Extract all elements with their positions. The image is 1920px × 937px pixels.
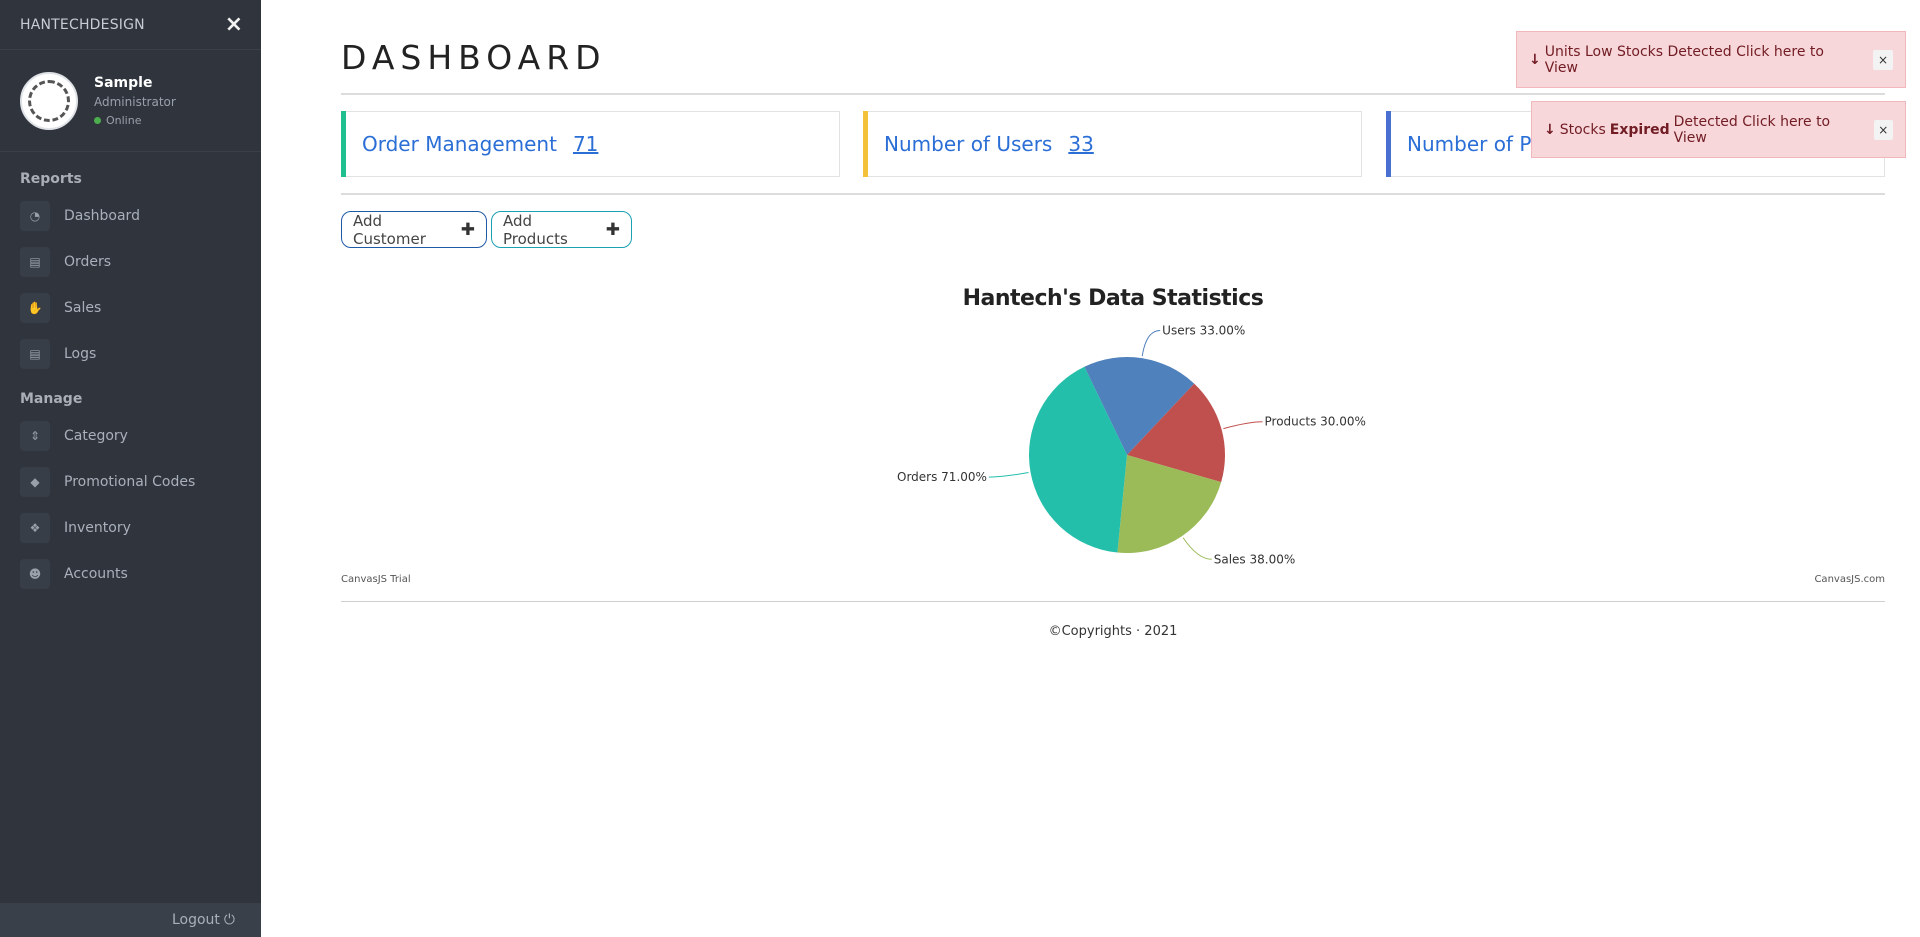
pie-chart-svg: Users 33.00% Products 30.00% Sales 38.00% O… xyxy=(897,323,1366,566)
sidebar-item-label: Inventory xyxy=(64,520,131,536)
clipboard-icon: ▤ xyxy=(20,247,50,277)
expired-stock-toast[interactable]: ↓ Stocks Expired Detected Click here to … xyxy=(1531,101,1906,158)
leader-line xyxy=(1141,329,1161,357)
leader-line xyxy=(1223,421,1263,430)
sidebar-item-promotional-codes[interactable]: ◆ Promotional Codes xyxy=(0,459,261,505)
arrow-down-icon: ↓ xyxy=(1544,121,1556,138)
sidebar-item-label: Orders xyxy=(64,254,112,270)
leader-line xyxy=(988,472,1029,478)
sidebar-item-label: Promotional Codes xyxy=(64,474,196,490)
logout-label: Logout xyxy=(171,912,220,928)
status-dot-icon xyxy=(94,116,101,124)
user-status: Online xyxy=(94,114,176,127)
sidebar-item-dashboard[interactable]: ◔ Dashboard xyxy=(0,193,261,239)
sidebar-item-logs[interactable]: ▤ Logs xyxy=(0,331,261,377)
brand-logo-text: HANTECHDESIGN xyxy=(20,16,145,33)
low-stock-toast[interactable]: ↓ Units Low Stocks Detected Click here t… xyxy=(1516,31,1906,88)
chart-credit-left[interactable]: CanvasJS Trial xyxy=(341,574,411,585)
hand-money-icon: ✋ xyxy=(20,293,50,323)
sidebar-item-label: Sales xyxy=(64,300,102,316)
toast-text-suffix: Detected Click here to View xyxy=(1673,113,1831,146)
sort-icon: ⇕ xyxy=(20,421,50,451)
page-title: DASHBOARD xyxy=(341,38,607,77)
divider xyxy=(341,193,1885,195)
logout-button[interactable]: Logout ⏻ xyxy=(0,903,261,937)
card-number-of-users: Number of Users 33 xyxy=(863,111,1362,177)
card-order-management: Order Management 71 xyxy=(341,111,840,177)
card-value-link[interactable]: 71 xyxy=(573,132,598,156)
toast-text-bold: Expired xyxy=(1609,121,1670,138)
close-icon[interactable]: × xyxy=(225,13,243,36)
user-panel: Sample Administrator Online xyxy=(0,50,261,152)
user-name: Sample xyxy=(94,74,153,91)
avatar xyxy=(20,71,78,130)
power-icon: ⏻ xyxy=(223,912,235,928)
toast-text-prefix: Stocks xyxy=(1559,121,1606,138)
status-label: Online xyxy=(106,113,142,127)
divider xyxy=(341,601,1885,602)
add-customer-button[interactable]: Add Customer ✚ xyxy=(341,211,487,248)
sidebar-header: HANTECHDESIGN × xyxy=(0,0,261,50)
clipboard-icon: ▤ xyxy=(20,339,50,369)
add-customer-label: Add Customer xyxy=(353,211,426,248)
users-icon: ☻ xyxy=(20,559,50,589)
divider xyxy=(341,93,1885,95)
dashboard-icon: ◔ xyxy=(20,201,50,231)
plus-icon: ✚ xyxy=(460,219,475,240)
close-icon[interactable]: × xyxy=(1873,119,1893,140)
pie-label-products: Products 30.00% xyxy=(1265,415,1366,429)
sidebar-item-label: Accounts xyxy=(64,566,128,582)
dropbox-icon: ❖ xyxy=(20,513,50,543)
copyright-text: ©Copyrights · 2021 xyxy=(1048,624,1178,639)
card-label: Order Management xyxy=(362,132,557,156)
tags-icon: ◆ xyxy=(20,467,50,497)
add-products-button[interactable]: Add Products ✚ xyxy=(491,211,632,248)
card-label: Number of Users xyxy=(884,132,1053,156)
pie-chart: Hantech's Data Statistics Users 33.00% Pr… xyxy=(341,280,1885,590)
arrow-down-icon: ↓ xyxy=(1529,51,1541,68)
add-products-label: Add Products xyxy=(503,211,568,248)
chart-credit-right[interactable]: CanvasJS.com xyxy=(1814,574,1885,585)
toast-text: Units Low Stocks Detected Click here to … xyxy=(1544,43,1824,76)
close-icon[interactable]: × xyxy=(1873,49,1893,70)
sidebar-item-label: Logs xyxy=(64,346,97,362)
sidebar-item-sales[interactable]: ✋ Sales xyxy=(0,285,261,331)
sidebar-item-category[interactable]: ⇕ Category xyxy=(0,413,261,459)
sidebar: HANTECHDESIGN × Sample Administrator Onl… xyxy=(0,0,261,937)
pie-label-sales: Sales 38.00% xyxy=(1214,552,1296,566)
sidebar-item-inventory[interactable]: ❖ Inventory xyxy=(0,505,261,551)
sidebar-item-label: Dashboard xyxy=(64,208,140,224)
leader-line xyxy=(1182,537,1212,560)
plus-icon: ✚ xyxy=(605,219,620,240)
section-title-manage: Manage xyxy=(20,391,83,407)
user-role: Administrator xyxy=(94,94,176,109)
pie-label-users: Users 33.00% xyxy=(1162,323,1245,337)
sidebar-item-accounts[interactable]: ☻ Accounts xyxy=(0,551,261,597)
card-value-link[interactable]: 33 xyxy=(1068,132,1093,156)
sidebar-item-orders[interactable]: ▤ Orders xyxy=(0,239,261,285)
section-title-reports: Reports xyxy=(20,171,82,187)
sidebar-item-label: Category xyxy=(64,428,128,444)
pie-label-orders: Orders 71.00% xyxy=(897,470,987,484)
